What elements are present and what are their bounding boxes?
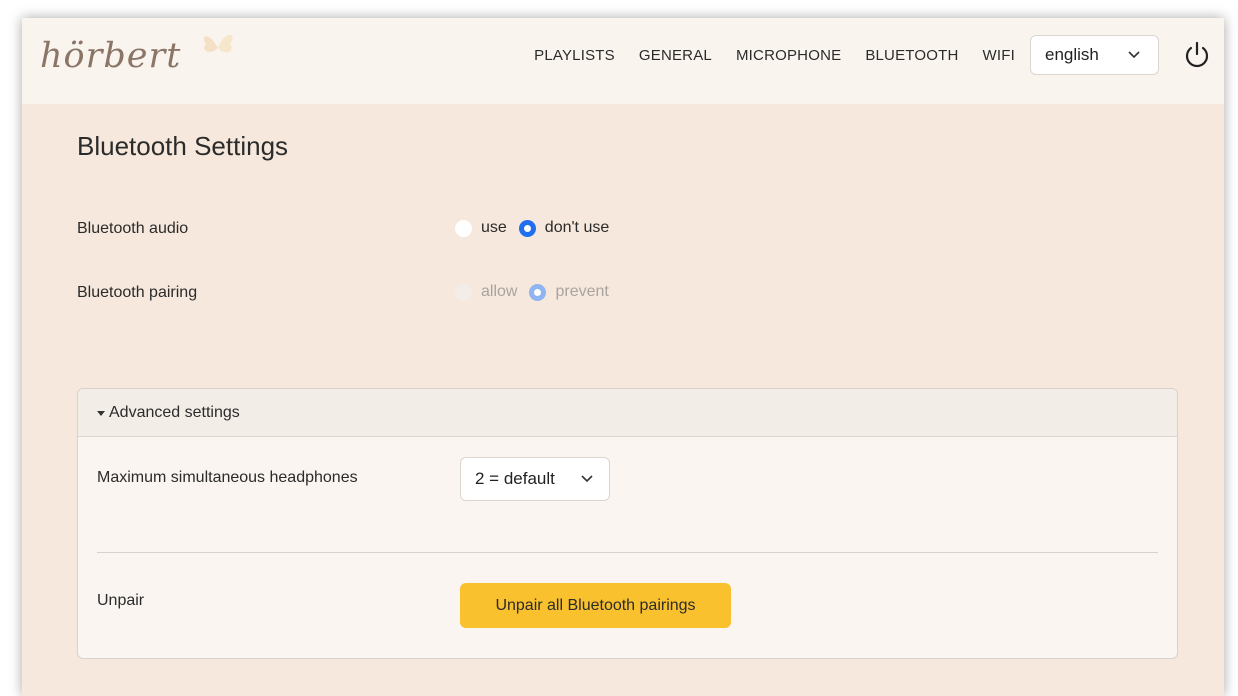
headphones-select-value: 2 = default — [475, 469, 555, 488]
power-icon[interactable] — [1182, 40, 1212, 70]
chevron-down-icon — [1128, 51, 1140, 59]
radio-label: allow — [481, 283, 518, 300]
bluetooth-pairing-radio-group: allow prevent — [455, 283, 621, 301]
radio-label: use — [481, 219, 507, 236]
bluetooth-audio-radio-group: use don't use — [455, 219, 621, 237]
advanced-settings-toggle[interactable]: Advanced settings — [78, 389, 1177, 437]
page-title: Bluetooth Settings — [77, 131, 289, 161]
language-select[interactable]: english — [1030, 35, 1159, 75]
butterfly-icon — [203, 34, 233, 53]
unpair-label: Unpair — [97, 592, 145, 609]
radio-audio-use[interactable]: use — [455, 219, 507, 237]
nav-item-bluetooth[interactable]: BLUETOOTH — [865, 47, 958, 64]
logo[interactable]: hörbert — [38, 32, 238, 92]
nav-item-playlists[interactable]: PLAYLISTS — [534, 47, 615, 64]
navbar: hörbert PLAYLISTS GENERAL MICROPHONE BLU… — [22, 18, 1224, 104]
radio-pairing-allow[interactable]: allow — [455, 283, 517, 301]
advanced-settings-title: Advanced settings — [109, 403, 240, 421]
radio-button[interactable] — [455, 283, 472, 301]
bluetooth-pairing-label: Bluetooth pairing — [77, 284, 198, 301]
headphones-select[interactable]: 2 = default — [460, 457, 610, 501]
nav-item-microphone[interactable]: MICROPHONE — [736, 47, 841, 64]
radio-button-selected[interactable] — [529, 283, 547, 301]
bluetooth-audio-label: Bluetooth audio — [77, 220, 189, 237]
radio-button[interactable] — [455, 219, 472, 237]
radio-pairing-prevent[interactable]: prevent — [529, 283, 609, 301]
advanced-settings-card: Advanced settings Maximum simultaneous h… — [77, 388, 1178, 659]
headphones-label: Maximum simultaneous headphones — [97, 469, 358, 486]
chevron-down-icon — [581, 475, 593, 483]
radio-button-selected[interactable] — [518, 219, 536, 237]
nav-item-wifi[interactable]: WIFI — [983, 47, 1015, 64]
logo-text: hörbert — [40, 36, 182, 76]
divider — [97, 552, 1158, 553]
radio-label: prevent — [555, 283, 609, 300]
caret-down-icon — [97, 411, 105, 416]
radio-label: don't use — [544, 219, 610, 236]
unpair-all-button[interactable]: Unpair all Bluetooth pairings — [460, 583, 731, 628]
nav-item-general[interactable]: GENERAL — [639, 47, 712, 64]
nav-links: PLAYLISTS GENERAL MICROPHONE BLUETOOTH W… — [534, 47, 1015, 64]
app-window: hörbert PLAYLISTS GENERAL MICROPHONE BLU… — [22, 18, 1224, 696]
language-select-value: english — [1045, 45, 1099, 64]
radio-audio-dont-use[interactable]: don't use — [518, 219, 610, 237]
